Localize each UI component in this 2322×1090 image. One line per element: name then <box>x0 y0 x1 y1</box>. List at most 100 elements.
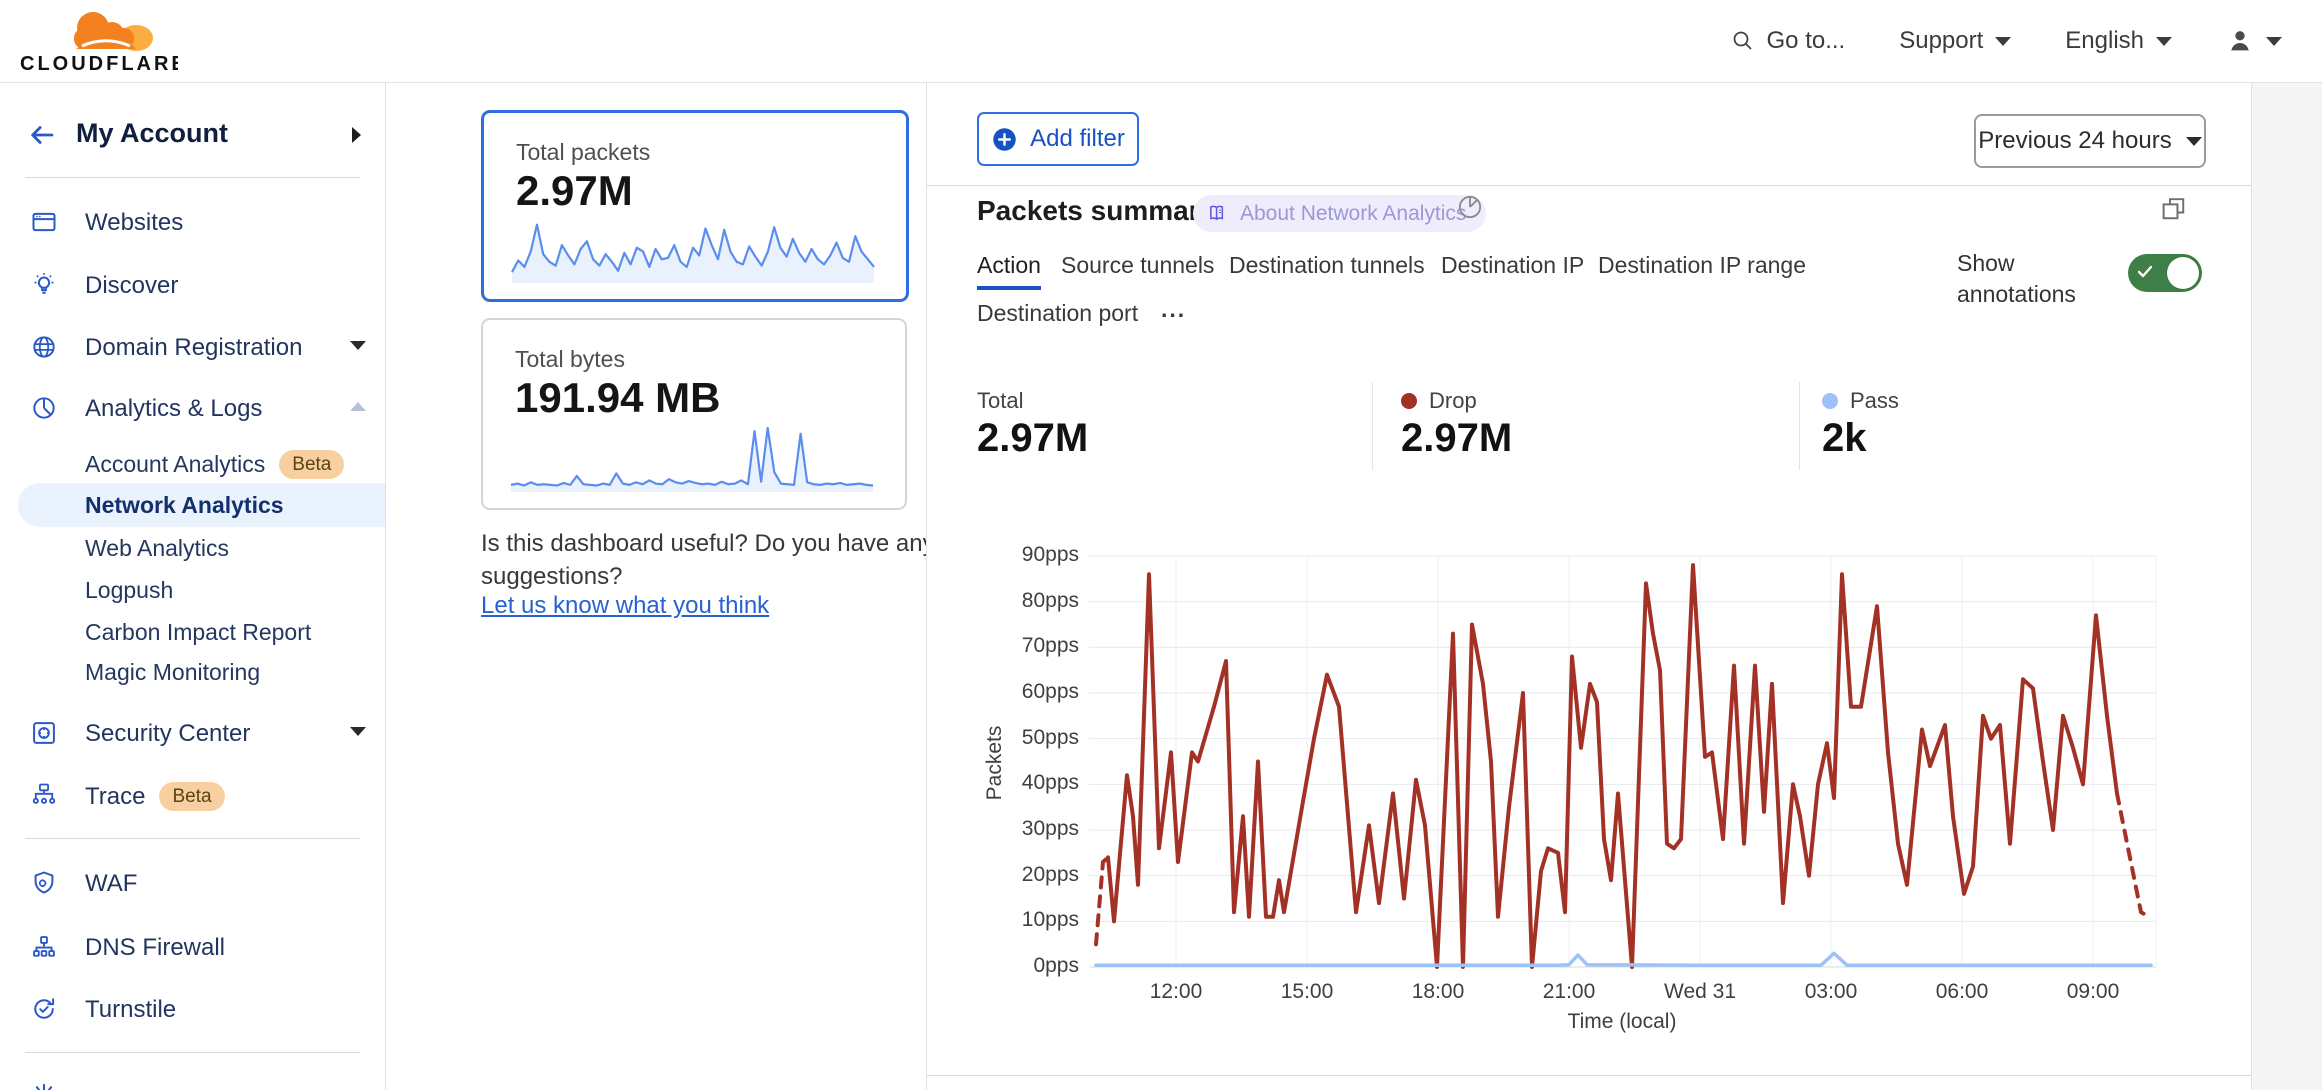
divider <box>25 838 360 839</box>
show-annotations-label: Show annotations <box>1957 250 2076 307</box>
safe-icon <box>33 722 55 744</box>
chevron-down-icon <box>2156 36 2172 46</box>
sidebar-item-logpush[interactable]: Logpush <box>0 568 385 612</box>
sidebar-item-label: Security Center <box>85 720 251 747</box>
toggle-knob <box>2167 257 2199 289</box>
y-tick-label: 10pps <box>1021 908 1079 932</box>
add-filter-label: Add filter <box>1030 125 1125 152</box>
plus-circle-icon <box>993 127 1016 151</box>
support-label: Support <box>1899 27 1984 54</box>
back-to-account-row[interactable]: My Account <box>0 113 385 157</box>
divider <box>25 177 360 178</box>
lightbulb-icon <box>34 273 54 294</box>
about-network-analytics-badge[interactable]: About Network Analytics <box>1193 195 1487 232</box>
sidebar-item-waf[interactable]: WAF <box>0 861 385 905</box>
check-icon <box>2137 265 2153 278</box>
right-gutter <box>2252 82 2322 1090</box>
tab-destination-port[interactable]: Destination port <box>977 300 1138 327</box>
sidebar-item-partial[interactable] <box>0 1078 385 1090</box>
chevron-down-icon <box>350 727 366 736</box>
sidebar-item-account-analytics[interactable]: Account Analytics Beta <box>0 441 385 485</box>
sidebar-item-label: WAF <box>85 870 138 897</box>
time-range-dropdown[interactable]: Previous 24 hours <box>1974 114 2206 168</box>
x-tick-label: 12:00 <box>1149 980 1203 1003</box>
tab-destination-ip-range[interactable]: Destination IP range <box>1598 252 1806 279</box>
sidebar-item-security-center[interactable]: Security Center <box>0 711 385 755</box>
x-axis-title: Time (local) <box>1567 1010 1677 1033</box>
account-title: My Account <box>76 118 229 148</box>
y-tick-label: 40pps <box>1021 771 1079 795</box>
packets-summary-title: Packets summary <box>977 195 1216 226</box>
stat-pass-value: 2k <box>1822 416 1867 460</box>
tab-action[interactable]: Action <box>977 252 1041 279</box>
sidebar-item-trace[interactable]: Trace Beta <box>0 773 385 817</box>
support-menu[interactable]: Support <box>1899 27 2012 55</box>
sidebar-item-network-analytics[interactable]: Network Analytics <box>0 483 385 527</box>
sidebar-item-carbon-impact-report[interactable]: Carbon Impact Report <box>0 610 385 654</box>
stat-drop-value: 2.97M <box>1401 416 1513 460</box>
language-menu[interactable]: English <box>2065 27 2172 55</box>
add-filter-button[interactable]: Add filter <box>977 112 1139 166</box>
total-packets-card[interactable]: Total packets 2.97M <box>481 110 909 302</box>
sidebar-item-label: Domain Registration <box>85 334 303 361</box>
sidebar-item-turnstile[interactable]: Turnstile <box>0 987 385 1031</box>
x-tick-label: Wed 31 <box>1664 980 1736 1003</box>
card-bottom-border <box>927 1075 2251 1076</box>
packets-time-series-plot[interactable] <box>1089 554 2158 970</box>
x-tick-label: 06:00 <box>1935 980 1989 1003</box>
bytes-sparkline <box>510 426 874 492</box>
pie-filter-icon[interactable] <box>1455 192 1485 222</box>
sidebar-item-domain-registration[interactable]: Domain Registration <box>0 325 385 369</box>
sidebar-item-label: Carbon Impact Report <box>85 619 312 645</box>
sidebar-item-label: Logpush <box>85 577 174 603</box>
goto-label: Go to... <box>1766 27 1846 54</box>
back-arrow-icon[interactable] <box>26 120 58 150</box>
divider <box>25 1052 360 1053</box>
svg-text:CLOUDFLARE: CLOUDFLARE <box>20 53 178 75</box>
user-menu[interactable] <box>2226 27 2282 55</box>
sidebar-item-dns-firewall[interactable]: DNS Firewall <box>0 925 385 969</box>
chevron-down-icon <box>2266 36 2282 46</box>
refresh-check-icon <box>34 998 55 1019</box>
user-icon <box>2231 31 2249 51</box>
stat-total-label: Total <box>977 388 1024 413</box>
x-tick-label: 03:00 <box>1804 980 1858 1003</box>
cloudflare-logo[interactable]: CLOUDFLARE <box>18 6 178 76</box>
more-tabs-button[interactable]: ... <box>1161 296 1186 323</box>
show-annotations-toggle[interactable] <box>2128 254 2202 292</box>
stat-pass-label: Pass <box>1822 388 1899 414</box>
packets-sparkline <box>511 223 875 283</box>
sidebar-item-label: Websites <box>85 209 184 236</box>
chevron-down-icon <box>2185 136 2202 146</box>
sidebar-item-analytics-logs[interactable]: Analytics & Logs <box>0 386 385 430</box>
feedback-link[interactable]: Let us know what you think <box>481 592 769 620</box>
search-icon <box>1733 31 1752 50</box>
stat-total-value: 2.97M <box>977 416 1089 460</box>
tab-destination-tunnels[interactable]: Destination tunnels <box>1229 252 1425 279</box>
y-tick-label: 70pps <box>1021 634 1079 658</box>
sidebar-item-websites[interactable]: Websites <box>0 200 385 244</box>
sidebar-item-magic-monitoring[interactable]: Magic Monitoring <box>0 650 385 694</box>
time-range-value: Previous 24 hours <box>1978 127 2172 154</box>
goto-search[interactable]: Go to... <box>1731 27 1846 55</box>
x-tick-label: 18:00 <box>1411 980 1465 1003</box>
globe-icon <box>33 336 55 358</box>
sidebar-item-web-analytics[interactable]: Web Analytics <box>0 526 385 570</box>
tab-source-tunnels[interactable]: Source tunnels <box>1061 252 1214 279</box>
cloudflare-cloud-icon <box>74 12 153 51</box>
stat-drop-label: Drop <box>1401 388 1477 414</box>
chevron-up-icon <box>350 402 366 411</box>
main-content: Add filter Previous 24 hours Packets sum… <box>926 82 2252 1090</box>
beta-badge: Beta <box>159 782 225 811</box>
book-icon <box>1210 205 1224 221</box>
x-tick-label: 15:00 <box>1280 980 1334 1003</box>
sidebar-item-label: Turnstile <box>85 996 177 1023</box>
hierarchy-icon <box>33 936 55 957</box>
total-bytes-card[interactable]: Total bytes 191.94 MB <box>481 318 907 510</box>
sidebar-item-label: Analytics & Logs <box>85 395 263 422</box>
chevron-down-icon <box>1995 36 2012 46</box>
active-tab-underline <box>977 286 1041 290</box>
sidebar-item-discover[interactable]: Discover <box>0 263 385 307</box>
expand-icon[interactable] <box>2159 194 2189 224</box>
tab-destination-ip[interactable]: Destination IP <box>1441 252 1584 279</box>
